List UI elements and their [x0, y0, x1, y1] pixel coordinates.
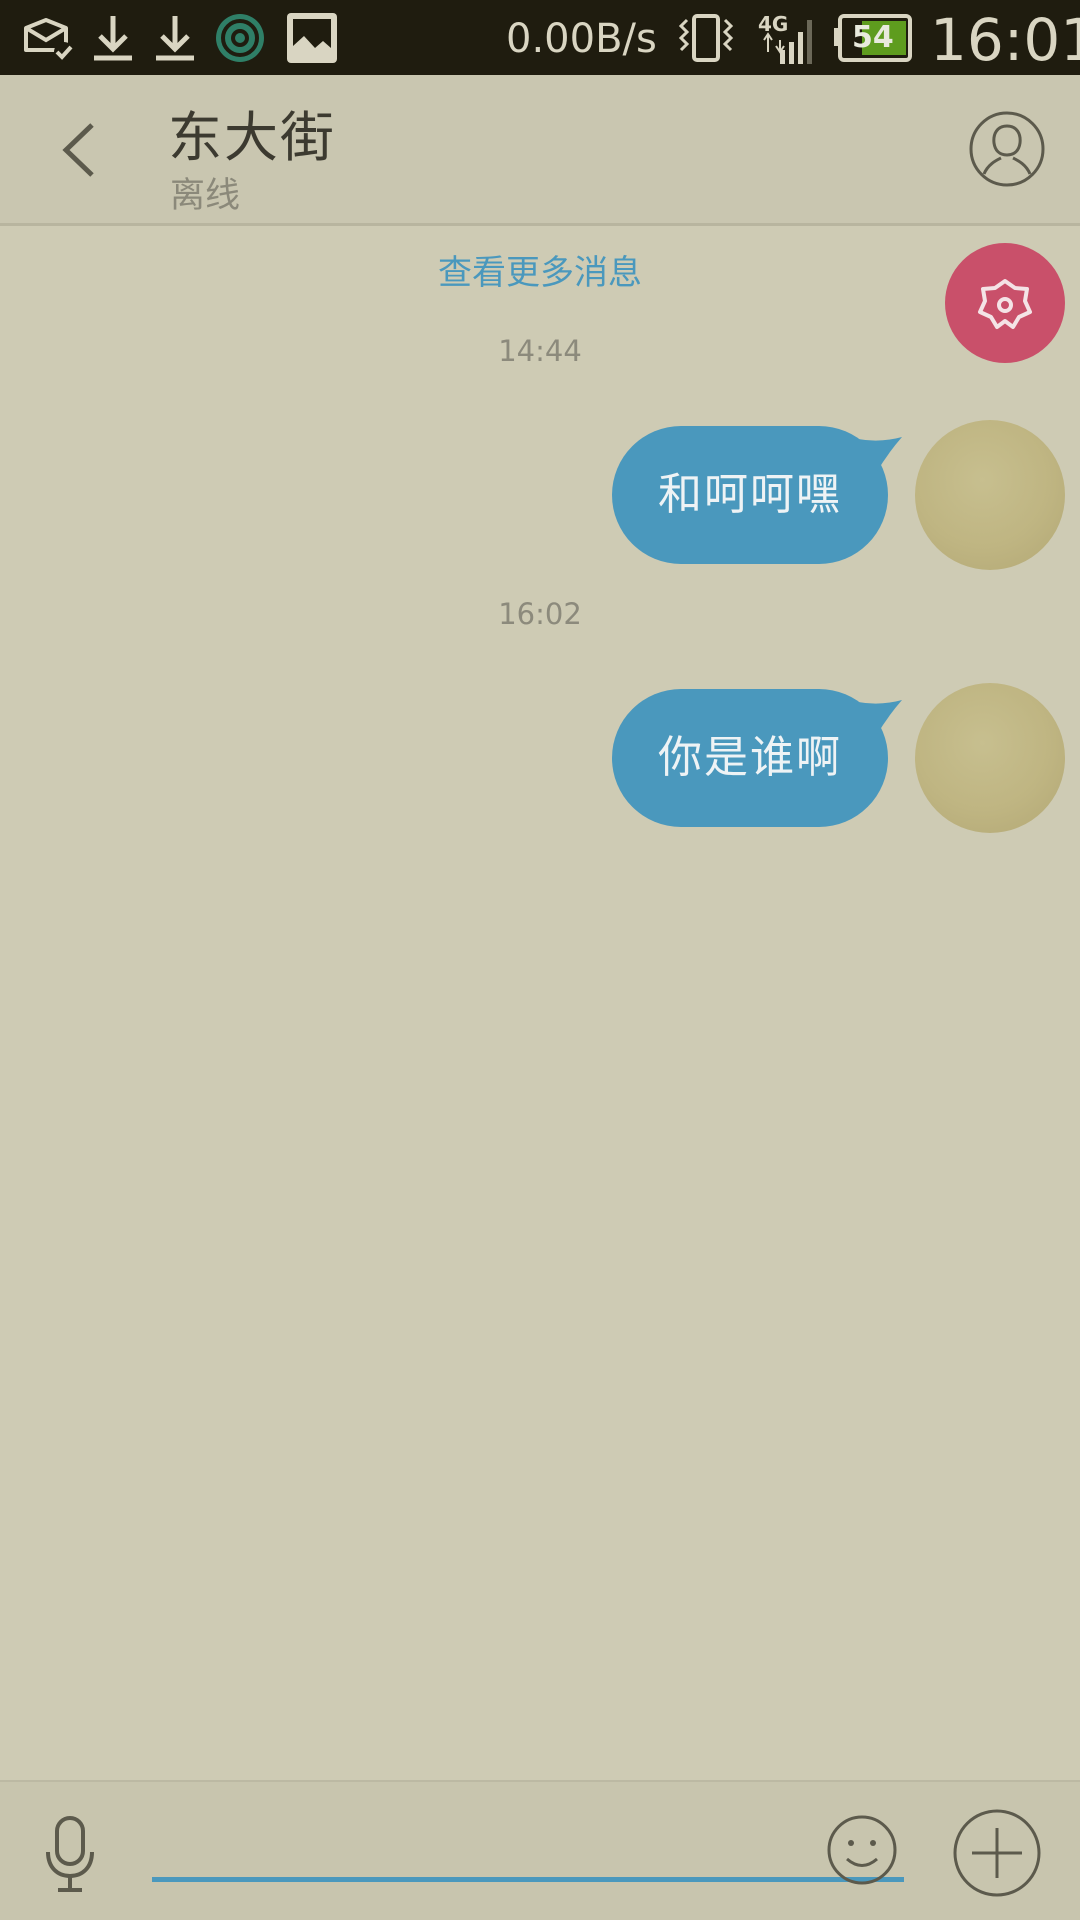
message-input-bar	[0, 1780, 1080, 1920]
microphone-icon[interactable]	[40, 1814, 100, 1894]
message-timestamp: 14:44	[498, 334, 582, 368]
load-more-link[interactable]: 查看更多消息	[0, 245, 1080, 294]
message-input[interactable]	[152, 1812, 904, 1882]
chat-header: 东大街 离线	[0, 75, 1080, 226]
eye-app-icon	[216, 14, 264, 62]
back-arrow-icon[interactable]	[50, 115, 110, 185]
message-bubble[interactable]: 和呵呵嘿	[612, 426, 888, 564]
mail-check-icon	[24, 18, 74, 62]
clock: 16:01	[930, 6, 1080, 74]
bubble-tail	[858, 700, 902, 736]
contact-name: 东大街	[168, 106, 336, 169]
plus-icon[interactable]	[952, 1808, 1042, 1898]
bubble-tail	[858, 437, 902, 473]
chat-screen: 0.00B/s 4G 54 16:01 东大街 离线 查看更多消息 14:44 …	[0, 0, 1080, 1920]
smiley-icon[interactable]	[826, 1814, 898, 1886]
download-icon	[94, 16, 132, 61]
net-speed: 0.00B/s	[506, 16, 657, 62]
vibrate-icon	[678, 14, 734, 62]
message-bubble[interactable]: 你是谁啊	[612, 689, 888, 827]
message-timestamp: 16:02	[498, 597, 582, 631]
avatar[interactable]	[915, 420, 1065, 570]
image-icon	[287, 13, 337, 63]
person-icon[interactable]	[968, 110, 1046, 188]
contact-status: 离线	[170, 176, 241, 216]
signal-icon	[763, 20, 812, 64]
download-icon	[156, 16, 194, 61]
avatar[interactable]	[915, 683, 1065, 833]
status-bar: 0.00B/s 4G 54 16:01	[0, 0, 1080, 75]
battery-level: 54	[852, 20, 894, 55]
